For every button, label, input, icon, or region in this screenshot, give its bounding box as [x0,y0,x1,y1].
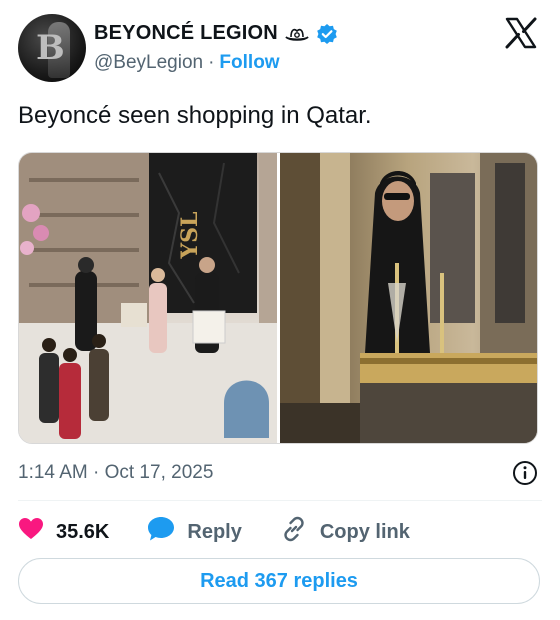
link-icon [280,515,308,549]
photo-store-interior[interactable]: YSL [19,153,277,443]
timestamp[interactable]: 1:14 AM · Oct 17, 2025 [18,462,213,484]
handle-row: @BeyLegion · Follow [94,52,280,74]
heart-icon [18,517,44,547]
like-count: 35.6K [56,520,110,543]
speech-bubble-icon [147,516,175,548]
photo-jewelry-counter[interactable] [280,153,537,443]
verified-badge-icon [316,23,338,45]
reply-label: Reply [187,520,242,543]
copy-link-label: Copy link [319,520,410,543]
meta-row: 1:14 AM · Oct 17, 2025 [18,460,542,490]
reply-button[interactable]: Reply [147,516,242,548]
separator: · [208,52,215,73]
action-bar: 35.6K Reply Copy link [18,516,410,548]
tweet-header: B BEYONCÉ LEGION @BeyLegion · Follow [18,14,542,84]
x-logo-icon[interactable] [504,16,538,50]
avatar-letter: B [36,28,65,68]
display-name[interactable]: BEYONCÉ LEGION [94,22,278,45]
copy-link-button[interactable]: Copy link [280,515,410,549]
avatar[interactable]: B [18,14,86,82]
tweet-text: Beyoncé seen shopping in Qatar. [18,102,372,129]
divider [18,500,542,501]
ysl-logo: YSL [177,211,203,259]
info-icon[interactable] [512,460,538,486]
media-grid: YSL [18,152,538,444]
name-row: BEYONCÉ LEGION [94,22,338,45]
like-button[interactable]: 35.6K [18,517,109,547]
handle[interactable]: @BeyLegion [94,52,203,74]
cowboy-hat-icon [284,24,310,44]
follow-button[interactable]: Follow [219,52,279,74]
read-replies-button[interactable]: Read 367 replies [18,558,540,604]
